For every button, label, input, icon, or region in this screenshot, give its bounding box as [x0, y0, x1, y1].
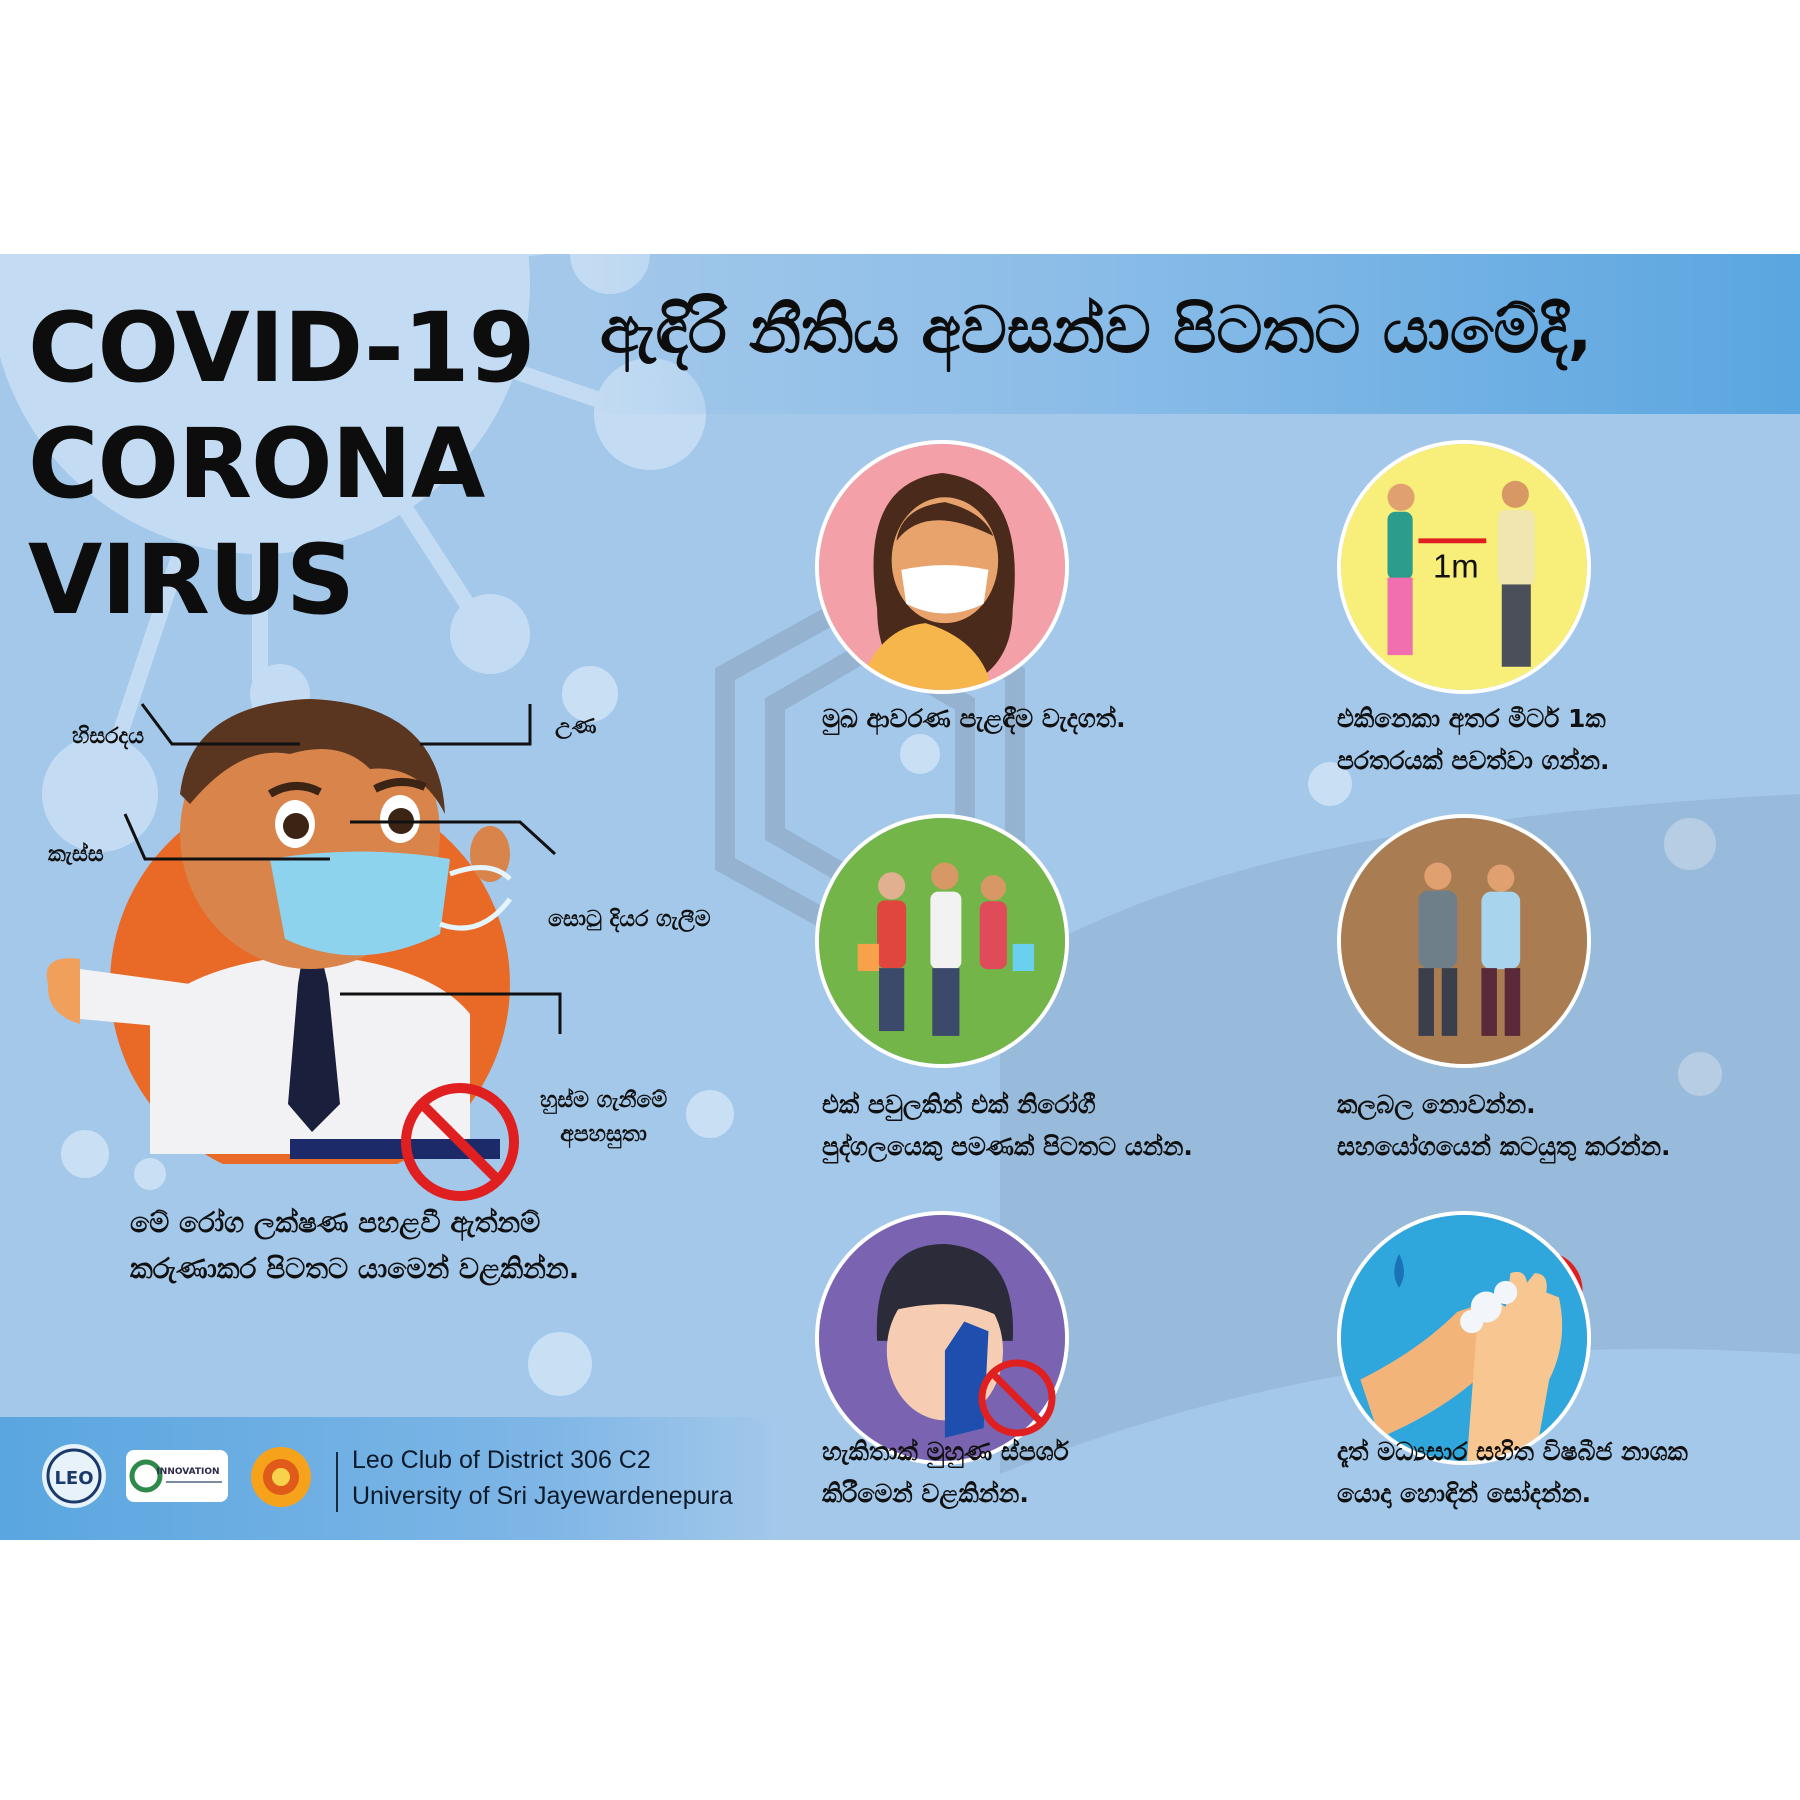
tip-family-circle — [815, 814, 1069, 1068]
distance-label: 1m — [1433, 548, 1479, 585]
leo-logo-text: LEO — [54, 1468, 93, 1489]
sun-emblem-logo — [251, 1447, 311, 1507]
family-shopping-icon — [819, 818, 1065, 1064]
tip-2-caption: එකිනෙකා අතර මීටර් 1ක පරතරයක් පවත්වා ගන්න… — [1337, 698, 1609, 782]
tip-1-caption: මුඛ ආවරණ පැළඳීම වැදගත්. — [822, 698, 1126, 740]
innovation-logo-text: INNOVATION — [156, 1467, 219, 1477]
woman-wearing-mask-icon — [819, 444, 1065, 690]
tip-5-caption: හැකිතාක් මුහුණ ස්පර්ශ කිරීමෙන් වළකින්න. — [822, 1431, 1069, 1515]
tip-4-caption: කලබල නොවන්න. සහයෝගයෙන් කටයුතු කරන්න. — [1337, 1084, 1671, 1168]
prohibited-icon — [978, 1359, 1056, 1437]
panic-people-icon — [1341, 818, 1587, 1064]
tip-4-line-1: කලබල නොවන්න. — [1337, 1090, 1536, 1119]
main-caption-line-2: කරුණාකර පිටතට යාමෙන් වළකින්න. — [130, 1252, 580, 1285]
tip-3-line-2: පුද්ගලයෙකු පමණක් පිටතට යන්න. — [822, 1132, 1193, 1161]
symptom-breathing-line-1: හුස්ම ගැනීමේ — [540, 1088, 668, 1113]
symptom-cough: කැස්ස — [48, 842, 104, 867]
symptom-headache: හිසරදය — [72, 724, 145, 749]
tip-mask-circle — [815, 440, 1069, 694]
tip-6-caption: දෑත් මධ්‍යසාර සහිත විෂබීජ නාශක යොදා හොඳි… — [1337, 1431, 1688, 1515]
footer-divider — [336, 1452, 338, 1512]
leo-logo: LEO — [42, 1444, 106, 1508]
tip-calm-circle — [1337, 814, 1591, 1068]
tip-hand-wash-circle — [1337, 1211, 1591, 1465]
tip-6-line-2: යොදා හොඳින් සෝදන්න. — [1337, 1479, 1592, 1508]
tip-5-line-2: කිරීමෙන් වළකින්න. — [822, 1479, 1029, 1508]
tip-4-line-2: සහයෝගයෙන් කටයුතු කරන්න. — [1337, 1132, 1671, 1161]
footer-text: Leo Club of District 306 C2 University o… — [352, 1442, 733, 1514]
symptom-breathing-line-2: අපහසුතා — [560, 1122, 647, 1147]
title-line-3: VIRUS — [28, 524, 355, 636]
headline: ඇඳිරි නීතිය අවසන්ව පිටතට යාමේදී, — [600, 294, 1593, 368]
symptom-fever: උණ — [555, 714, 597, 739]
tip-distance-circle: 1m — [1337, 440, 1591, 694]
hand-wash-icon — [1341, 1215, 1587, 1461]
footer-line-2: University of Sri Jayewardenepura — [352, 1482, 733, 1510]
footer-line-1: Leo Club of District 306 C2 — [352, 1446, 651, 1474]
symptom-runny-nose: සොටු දියර ගැලීම — [548, 907, 711, 932]
main-caption-line-1: මේ රෝග ලක්ෂණ පහළවී ඇත්නම් — [130, 1206, 541, 1239]
tip-2-line-1: එකිනෙකා අතර මීටර් 1ක — [1337, 704, 1606, 733]
tip-3-line-1: එක් පවුලකින් එක් නිරෝගී — [822, 1090, 1096, 1119]
tip-6-line-1: දෑත් මධ්‍යසාර සහිත විෂබීජ නාශක — [1337, 1437, 1688, 1466]
title-line-2: CORONA — [28, 408, 485, 520]
social-distance-icon: 1m — [1341, 444, 1587, 690]
innovation-logo: INNOVATION — [126, 1450, 228, 1502]
tip-1-line-1: මුඛ ආවරණ පැළඳීම වැදගත්. — [822, 704, 1126, 733]
title-line-1: COVID-19 — [28, 292, 535, 404]
tip-5-line-1: හැකිතාක් මුහුණ ස්පර්ශ — [822, 1437, 1069, 1466]
tip-3-caption: එක් පවුලකින් එක් නිරෝගී පුද්ගලයෙකු පමණක්… — [822, 1084, 1193, 1168]
poster-title: COVID-19 CORONA VIRUS — [28, 290, 535, 638]
poster: COVID-19 CORONA VIRUS ඇඳිරි නීතිය අවසන්ව… — [0, 254, 1800, 1540]
symptom-breathing: හුස්ම ගැනීමේ අපහසුතා — [540, 1084, 667, 1152]
tip-2-line-2: පරතරයක් පවත්වා ගන්න. — [1337, 746, 1610, 775]
main-caption: මේ රෝග ලක්ෂණ පහළවී ඇත්නම් කරුණාකර පිටතට … — [130, 1200, 579, 1292]
prohibited-icon — [401, 1083, 519, 1201]
